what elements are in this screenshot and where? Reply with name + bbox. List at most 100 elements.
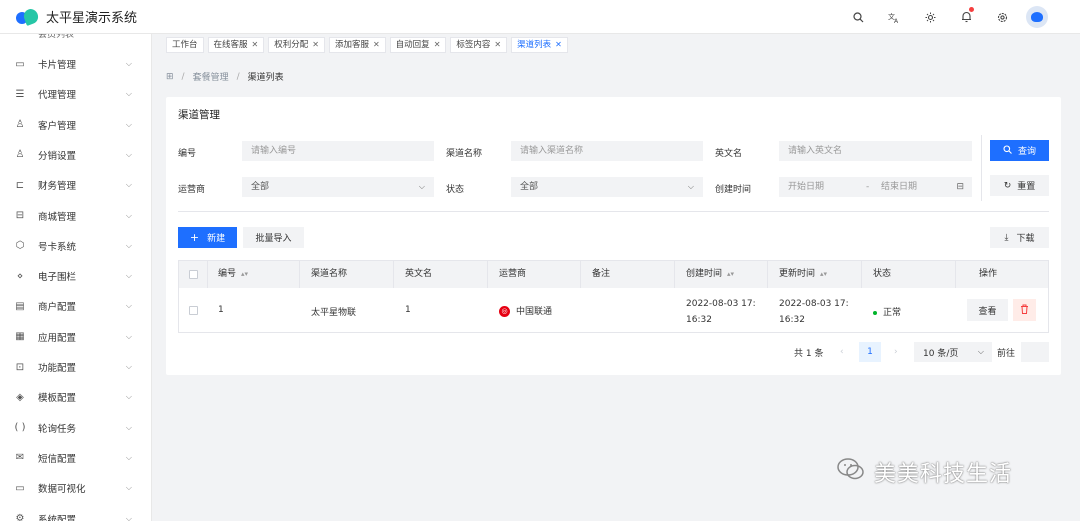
page-tabs: 工作台 在线客服 ✕ 权利分配 ✕ 添加客服 ✕ 自动回复 ✕ 标签内容 ✕ 渠道列表 ✕ — [152, 34, 1080, 56]
page-1-button[interactable]: 1 — [859, 342, 881, 362]
sidebar-item[interactable]: ⬡ 号卡系统 ⌵ — [0, 231, 151, 261]
create-button[interactable]: + 新建 — [178, 227, 237, 248]
notification-dot — [969, 7, 974, 12]
tab-label: 权利分配 — [274, 40, 309, 50]
search-button[interactable]: 查询 — [990, 140, 1049, 161]
cell-code: 1 — [218, 305, 224, 315]
status-label: 状态 — [446, 185, 465, 195]
search-icon[interactable] — [848, 7, 868, 27]
code-label: 编号 — [178, 149, 197, 159]
sidebar-item[interactable]: ( ) 轮询任务 ⌵ — [0, 413, 151, 443]
sidebar-item-label: 商户配置 — [38, 302, 77, 314]
channel-name-label: 渠道名称 — [446, 149, 483, 159]
sidebar-item-icon: ♙ — [15, 119, 25, 131]
sidebar-item-cut[interactable]: 会员列表 — [38, 34, 74, 42]
translate-icon[interactable]: 文A — [884, 7, 904, 27]
operator-select[interactable]: 全部 ⌵ — [242, 177, 434, 197]
view-button[interactable]: 查看 — [967, 299, 1008, 321]
sidebar-item[interactable]: ▤ 商户配置 ⌵ — [0, 291, 151, 321]
settings-gear-icon[interactable] — [992, 7, 1012, 27]
col-created-time[interactable]: 创建时间 ▴▾ — [686, 261, 734, 288]
panel-title: 渠道管理 — [178, 109, 220, 121]
chevron-down-icon: ⌵ — [125, 483, 132, 493]
sidebar-item[interactable]: ⊟ 商城管理 ⌵ — [0, 201, 151, 231]
close-icon[interactable]: ✕ — [312, 37, 319, 53]
batch-import-button[interactable]: 批量导入 — [243, 227, 304, 248]
watermark: 美美科技生活 — [836, 456, 1012, 488]
reset-button[interactable]: ↻ 重置 — [990, 175, 1049, 196]
download-button[interactable]: ⤓ 下载 — [990, 227, 1049, 248]
sidebar-item[interactable]: ⋄ 电子围栏 ⌵ — [0, 261, 151, 291]
sidebar-item[interactable]: ◈ 模板配置 ⌵ — [0, 382, 151, 412]
download-icon: ⤓ — [1004, 232, 1009, 243]
sidebar-item[interactable]: ⊏ 财务管理 ⌵ — [0, 170, 151, 200]
prev-page-button[interactable]: ‹ — [840, 347, 844, 357]
tab[interactable]: 在线客服 ✕ — [207, 37, 265, 53]
tab[interactable]: 权利分配 ✕ — [268, 37, 325, 53]
goto-page-input[interactable] — [1021, 342, 1049, 362]
sidebar-item[interactable]: ♙ 客户管理 ⌵ — [0, 110, 151, 140]
sidebar-item[interactable]: ⚙ 系统配置 ⌵ — [0, 504, 151, 521]
chevron-down-icon: ⌵ — [125, 89, 132, 99]
channel-name-input[interactable]: 请输入渠道名称 — [511, 141, 703, 161]
sidebar-item[interactable]: ♙ 分销设置 ⌵ — [0, 140, 151, 170]
tab[interactable]: 工作台 — [166, 37, 204, 53]
col-code[interactable]: 编号 ▴▾ — [218, 261, 248, 288]
chevron-down-icon: ⌵ — [125, 271, 132, 281]
close-icon[interactable]: ✕ — [555, 37, 562, 53]
date-range-picker[interactable]: 开始日期 - 结束日期 ⊟ — [779, 177, 972, 197]
sidebar-item[interactable]: ✉ 短信配置 ⌵ — [0, 443, 151, 473]
sidebar-item[interactable]: ☰ 代理管理 ⌵ — [0, 79, 151, 109]
chevron-down-icon: ⌵ — [125, 452, 132, 462]
col-english-name: 英文名 — [405, 269, 433, 279]
breadcrumb-parent[interactable]: 套餐管理 — [193, 70, 229, 83]
notification-bell-icon[interactable] — [956, 7, 976, 27]
breadcrumb-home-icon[interactable]: ⊞ — [166, 72, 174, 82]
close-icon[interactable]: ✕ — [434, 37, 441, 53]
close-icon[interactable]: ✕ — [494, 37, 501, 53]
next-page-button[interactable]: › — [894, 347, 898, 357]
sort-icon[interactable]: ▴▾ — [727, 270, 734, 278]
sort-icon[interactable]: ▴▾ — [241, 270, 248, 278]
logo-icon — [16, 6, 41, 26]
search-icon — [1003, 144, 1012, 157]
sidebar-item[interactable]: ▭ 数据可视化 ⌵ — [0, 473, 151, 503]
tab-label: 标签内容 — [456, 40, 491, 50]
cell-updated-time: 2022-08-03 17: 16:32 — [779, 299, 849, 325]
top-icons: 文A — [832, 0, 1048, 34]
sidebar-item-label: 商城管理 — [38, 211, 77, 223]
wechat-icon — [836, 457, 866, 487]
app-title: 太平星演示系统 — [46, 11, 138, 26]
sidebar-item-icon: ▤ — [15, 300, 25, 312]
sidebar-item[interactable]: ▦ 应用配置 ⌵ — [0, 322, 151, 352]
user-avatar[interactable] — [1026, 6, 1048, 28]
close-icon[interactable]: ✕ — [373, 37, 380, 53]
tab[interactable]: 添加客服 ✕ — [328, 37, 386, 53]
app-logo[interactable]: 太平星演示系统 — [0, 6, 138, 26]
tab[interactable]: 自动回复 ✕ — [389, 37, 447, 53]
theme-icon[interactable] — [920, 7, 940, 27]
tab[interactable]: 渠道列表 ✕ — [511, 37, 568, 53]
page-size-select[interactable]: 10 条/页 ⌵ — [914, 342, 992, 362]
sidebar-item-icon: ⬡ — [15, 240, 25, 252]
english-name-label: 英文名 — [715, 149, 743, 159]
status-select-value: 全部 — [520, 182, 539, 192]
col-channel-name: 渠道名称 — [311, 269, 348, 279]
select-all-checkbox[interactable] — [189, 270, 198, 279]
top-bar: 太平星演示系统 文A — [0, 0, 1080, 34]
english-name-input[interactable]: 请输入英文名 — [779, 141, 972, 161]
status-select[interactable]: 全部 ⌵ — [511, 177, 703, 197]
chevron-down-icon: ⌵ — [418, 182, 425, 191]
sidebar-item[interactable]: ⊡ 功能配置 ⌵ — [0, 352, 151, 382]
chevron-down-icon: ⌵ — [977, 347, 984, 356]
status-badge: 正常 — [883, 308, 902, 318]
code-input[interactable]: 请输入编号 — [242, 141, 434, 161]
sort-icon[interactable]: ▴▾ — [820, 270, 827, 278]
close-icon[interactable]: ✕ — [252, 37, 259, 53]
svg-text:A: A — [894, 18, 899, 23]
row-checkbox[interactable] — [189, 306, 198, 315]
tab[interactable]: 标签内容 ✕ — [450, 37, 508, 53]
col-updated-time[interactable]: 更新时间 ▴▾ — [779, 261, 827, 288]
delete-button[interactable] — [1013, 299, 1036, 321]
sidebar-item[interactable]: ▭ 卡片管理 ⌵ — [0, 49, 151, 79]
